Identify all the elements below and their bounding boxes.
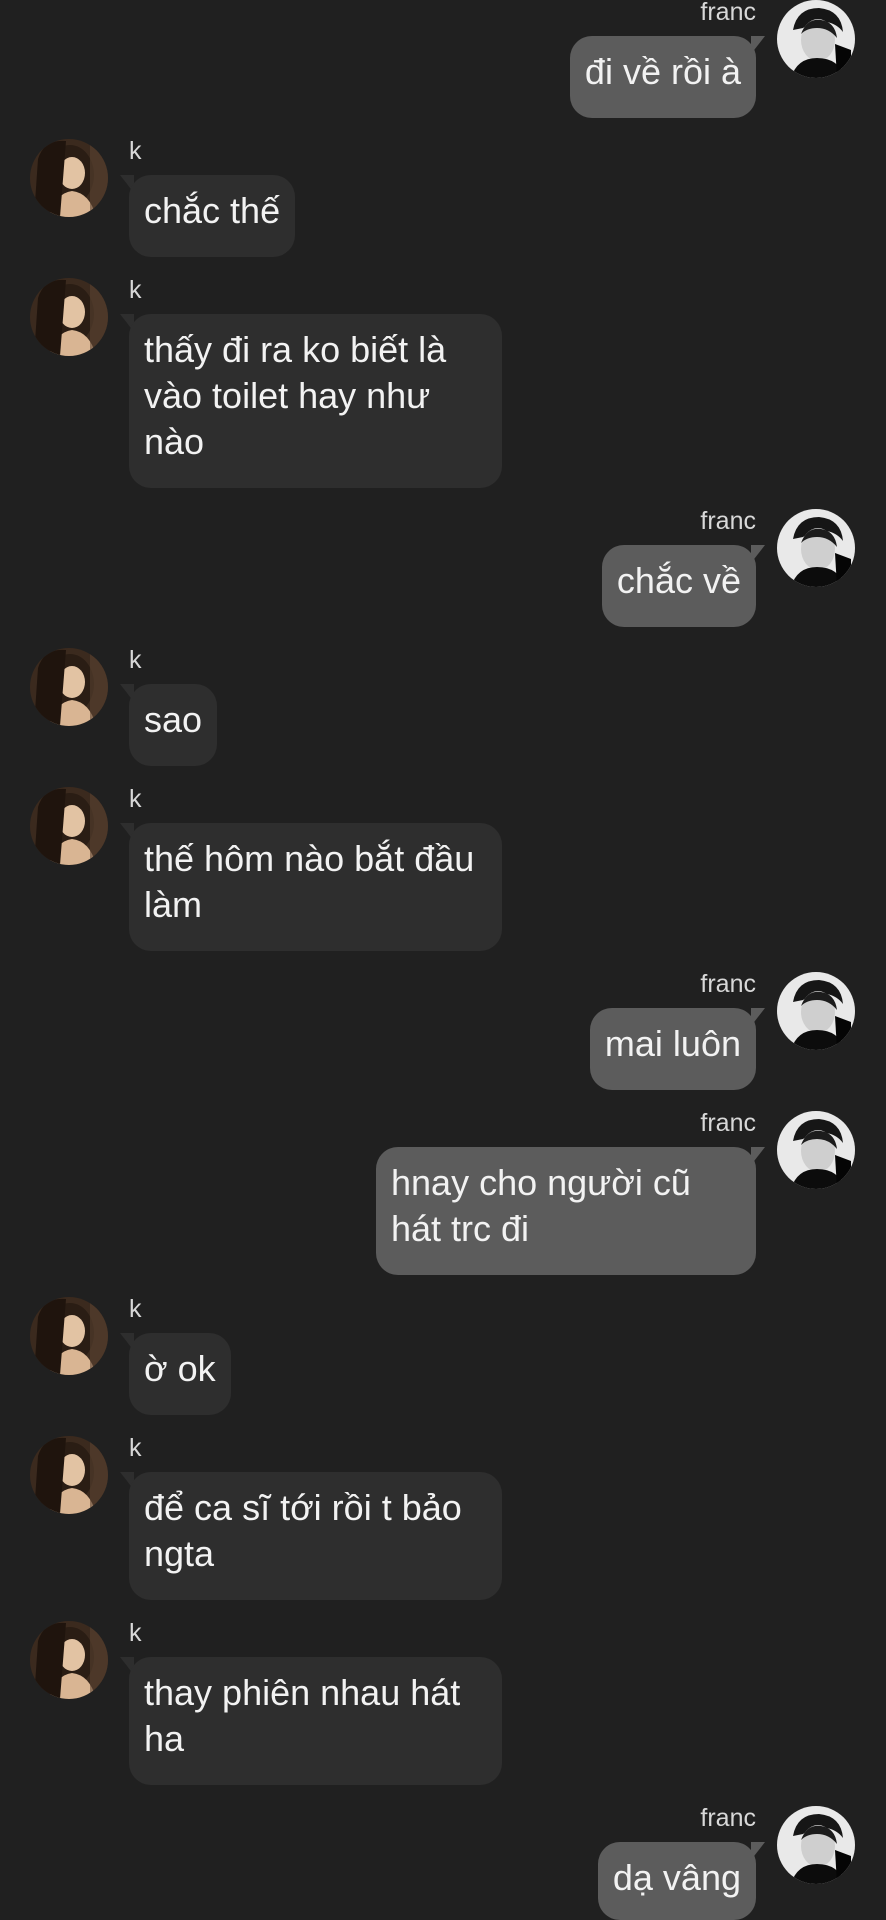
sender-name: franc: [700, 970, 756, 998]
franc-avatar[interactable]: [777, 972, 855, 1050]
sender-name: k: [129, 1295, 142, 1323]
sender-name: franc: [700, 0, 756, 26]
sender-name: k: [129, 1434, 142, 1462]
sender-name: franc: [700, 1109, 756, 1137]
sender-name: k: [129, 276, 142, 304]
sender-name: k: [129, 646, 142, 674]
k-avatar[interactable]: [30, 1436, 108, 1514]
message-bubble[interactable]: hnay cho người cũ hát trc đi: [376, 1147, 756, 1275]
sender-name: k: [129, 137, 142, 165]
message-bubble[interactable]: chắc thế: [129, 175, 296, 257]
franc-avatar[interactable]: [777, 1806, 855, 1884]
k-avatar[interactable]: [30, 787, 108, 865]
franc-avatar[interactable]: [777, 1111, 855, 1189]
message-bubble[interactable]: dạ vâng: [597, 1842, 756, 1920]
k-avatar[interactable]: [30, 1621, 108, 1699]
franc-avatar[interactable]: [777, 0, 855, 78]
sender-name: franc: [700, 507, 756, 535]
sender-name: k: [129, 1619, 142, 1647]
k-avatar[interactable]: [30, 278, 108, 356]
k-avatar[interactable]: [30, 1297, 108, 1375]
franc-avatar[interactable]: [777, 509, 855, 587]
message-bubble[interactable]: đi về rồi à: [569, 36, 756, 118]
k-avatar[interactable]: [30, 648, 108, 726]
k-avatar[interactable]: [30, 139, 108, 217]
message-bubble[interactable]: ờ ok: [129, 1333, 231, 1415]
sender-name: franc: [700, 1804, 756, 1832]
message-bubble[interactable]: mai luôn: [589, 1008, 756, 1090]
message-bubble[interactable]: thay phiên nhau hát ha: [129, 1657, 502, 1785]
message-bubble[interactable]: chắc về: [601, 545, 756, 627]
message-bubble[interactable]: thấy đi ra ko biết là vào toilet hay như…: [129, 314, 502, 488]
sender-name: k: [129, 785, 142, 813]
message-bubble[interactable]: để ca sĩ tới rồi t bảo ngta: [129, 1472, 502, 1600]
chat-thread: franc đi về rồi à k chắc thế k thấy đi r…: [0, 0, 886, 1920]
message-bubble[interactable]: sao: [129, 684, 218, 766]
message-bubble[interactable]: thế hôm nào bắt đầu làm: [129, 823, 502, 951]
